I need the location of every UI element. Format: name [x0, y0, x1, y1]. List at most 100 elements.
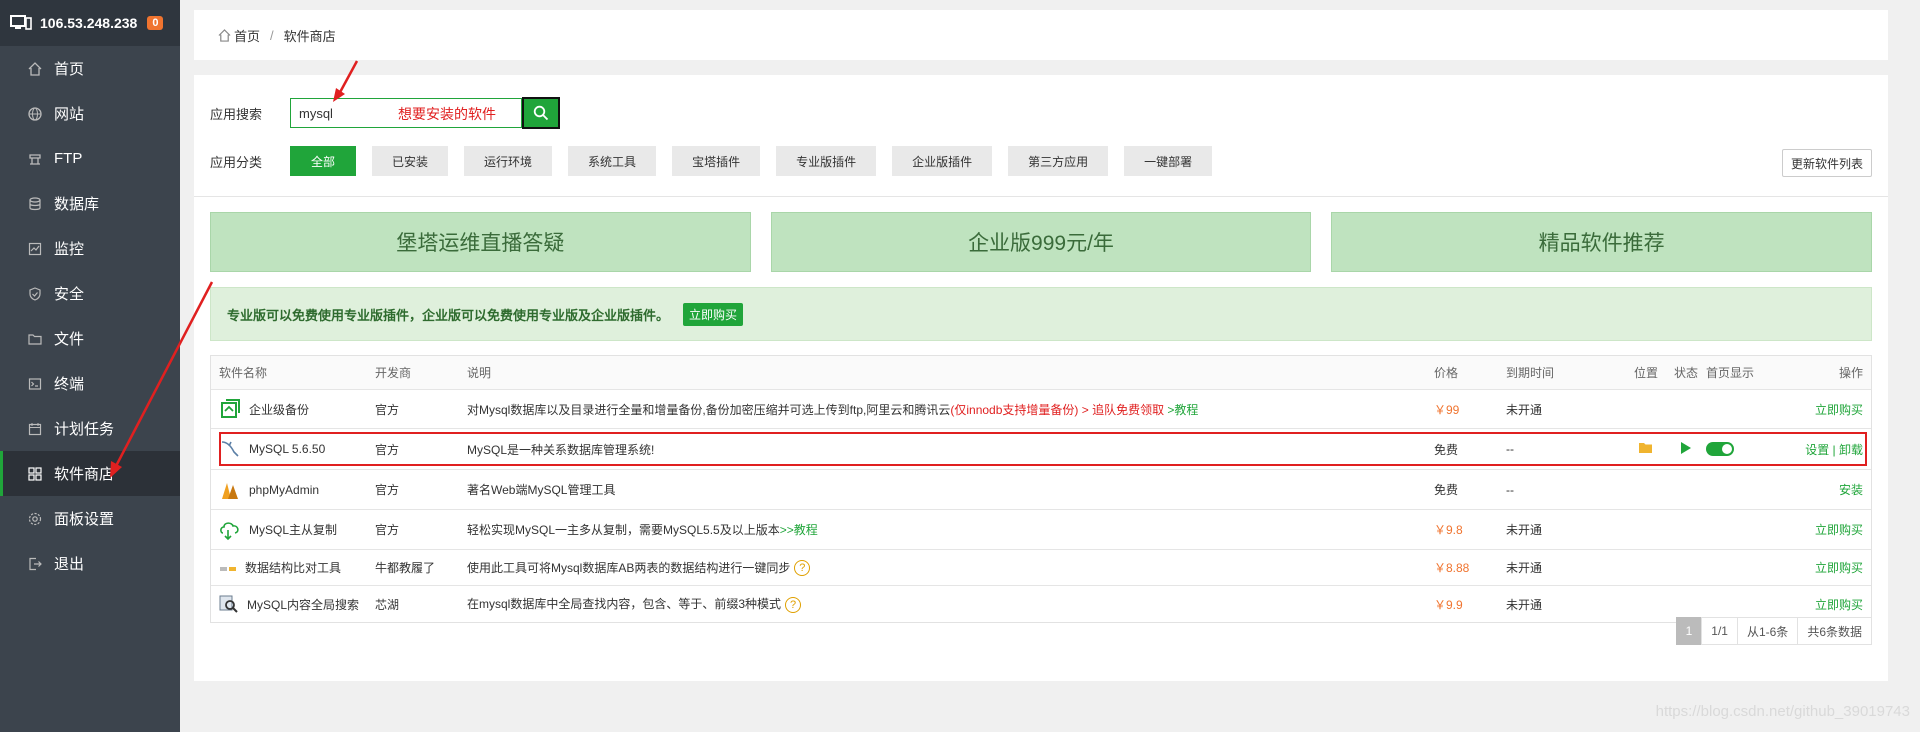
software-desc: 著名Web端MySQL管理工具 [467, 483, 616, 497]
software-desc: 使用此工具可将Mysql数据库AB两表的数据结构进行一键同步? [467, 559, 1434, 577]
refresh-list-button[interactable]: 更新软件列表 [1781, 149, 1872, 177]
software-name: phpMyAdmin [249, 482, 320, 497]
category-system-tools[interactable]: 系统工具 [568, 146, 657, 176]
page-total: 共6条数据 [1797, 617, 1872, 645]
sidebar-item-ftp[interactable]: FTP [0, 136, 180, 181]
monitor-icon [10, 15, 32, 30]
sidebar-item-label: 退出 [54, 556, 85, 573]
buy-button[interactable]: 立即购买 [1766, 559, 1871, 576]
sidebar-item-panel-settings[interactable]: 面板设置 [0, 496, 180, 541]
buy-button[interactable]: 立即购买 [1766, 596, 1871, 613]
watermark: https://blog.csdn.net/github_39019743 [1655, 703, 1910, 720]
sidebar-item-security[interactable]: 安全 [0, 271, 180, 316]
table-row: MySQL内容全局搜索 芯湖 在mysql数据库中全局查找内容，包含、等于、前缀… [211, 586, 1871, 622]
terminal-icon [28, 377, 42, 391]
notification-badge[interactable]: 0 [147, 16, 164, 30]
divider [194, 196, 1888, 197]
software-name: MySQL内容全局搜索 [247, 597, 360, 612]
tutorial-link[interactable]: >教程 [1164, 403, 1198, 417]
breadcrumb-home[interactable]: 首页 [234, 26, 260, 45]
ftp-icon [28, 152, 42, 166]
category-label: 应用分类 [210, 154, 263, 170]
category-installed[interactable]: 已安装 [372, 146, 449, 176]
header-op: 操作 [1838, 366, 1863, 380]
software-name: MySQL 5.6.50 [249, 442, 326, 456]
gear-icon [28, 512, 42, 526]
table-row: MySQL主从复制 官方 轻松实现MySQL一主多从复制，需要MySQL5.5及… [211, 510, 1871, 550]
category-bt-plugins[interactable]: 宝塔插件 [672, 146, 761, 176]
software-price: ￥9.8 [1434, 523, 1463, 537]
breadcrumb-separator: / [270, 27, 274, 43]
table-row: phpMyAdmin 官方 著名Web端MySQL管理工具 免费 -- 安装 [211, 470, 1871, 510]
sidebar-item-label: FTP [54, 150, 83, 167]
sidebar-item-database[interactable]: 数据库 [0, 181, 180, 226]
software-price: 免费 [1434, 483, 1459, 497]
category-one-click[interactable]: 一键部署 [1124, 146, 1213, 176]
header-desc: 说明 [467, 366, 492, 380]
category-pro-plugins[interactable]: 专业版插件 [776, 146, 877, 176]
sidebar-item-logout[interactable]: 退出 [0, 541, 180, 586]
sidebar-item-label: 面板设置 [54, 511, 115, 528]
logout-icon [28, 557, 42, 571]
software-expire: 未开通 [1506, 597, 1543, 612]
search-button[interactable] [522, 97, 560, 129]
sidebar-item-monitor[interactable]: 监控 [0, 226, 180, 271]
category-runtime[interactable]: 运行环境 [464, 146, 553, 176]
sidebar-item-home[interactable]: 首页 [0, 46, 180, 91]
software-price: ￥99 [1434, 402, 1460, 417]
sidebar-item-label: 网站 [54, 106, 85, 123]
sidebar-item-terminal[interactable]: 终端 [0, 361, 180, 406]
buy-button[interactable]: 立即购买 [1766, 521, 1871, 538]
tutorial-link[interactable]: >>教程 [780, 523, 818, 537]
table-row: 企业级备份 官方 对Mysql数据库以及目录进行全量和增量备份,备份加密压缩并可… [211, 390, 1871, 429]
banner-enterprise[interactable]: 企业版999元/年 [770, 212, 1312, 272]
breadcrumb-current: 软件商店 [283, 28, 336, 44]
software-desc: 轻松实现MySQL一主多从复制，需要MySQL5.5及以上版本>>教程 [467, 523, 818, 537]
folder-icon [28, 332, 42, 346]
software-store-panel: 应用搜索 mysql 想要安装的软件 应用分类 全部 已安装 运行环境 系统工具… [194, 75, 1888, 681]
sidebar-item-website[interactable]: 网站 [0, 91, 180, 136]
banner-row: 堡塔运维直播答疑 企业版999元/年 精品软件推荐 [210, 212, 1873, 272]
sidebar-item-label: 文件 [54, 331, 85, 348]
sidebar-item-cron[interactable]: 计划任务 [0, 406, 180, 451]
settings-uninstall-links[interactable]: 设置 | 卸载 [1766, 441, 1871, 458]
promo-link[interactable]: (仅innodb支持增量备份) > 追队免费领取 [950, 403, 1164, 417]
software-expire: -- [1506, 482, 1514, 497]
install-button[interactable]: 安装 [1766, 481, 1871, 498]
header-name: 软件名称 [219, 366, 268, 380]
sidebar-item-files[interactable]: 文件 [0, 316, 180, 361]
buy-now-button[interactable]: 立即购买 [683, 302, 744, 326]
annotation-text: 想要安装的软件 [398, 106, 496, 122]
software-dev: 官方 [375, 442, 400, 457]
table-row: MySQL 5.6.50 官方 MySQL是一种关系数据库管理系统! 免费 --… [211, 429, 1871, 470]
mysql-dolphin-icon [221, 441, 239, 457]
page-range: 从1-6条 [1736, 617, 1799, 645]
pagination: 1 1/1 从1-6条 共6条数据 [1675, 617, 1872, 645]
buy-button[interactable]: 立即购买 [1766, 401, 1871, 418]
banner-recommend[interactable]: 精品软件推荐 [1331, 212, 1873, 272]
phpmyadmin-icon [222, 482, 238, 499]
header-state: 状态 [1673, 366, 1698, 380]
promo-text: 专业版可以免费使用专业版插件，企业版可以免费使用专业版及企业版插件。 [227, 307, 670, 323]
banner-live-qa[interactable]: 堡塔运维直播答疑 [210, 212, 751, 272]
software-expire: 未开通 [1506, 561, 1543, 575]
category-all[interactable]: 全部 [290, 146, 357, 176]
folder-icon[interactable] [1639, 442, 1653, 454]
monitor-icon [28, 242, 42, 256]
page-current[interactable]: 1 [1675, 617, 1703, 645]
database-icon [28, 196, 42, 211]
breadcrumb: 首页 / 软件商店 [194, 10, 1888, 60]
header-price: 价格 [1434, 366, 1459, 380]
category-enterprise-plugins[interactable]: 企业版插件 [892, 146, 993, 176]
sidebar: 106.53.248.238 0 首页 网站 FTP 数据库 监控 安全 文件 … [0, 0, 180, 732]
globe-icon [28, 106, 42, 121]
promo-bar: 专业版可以免费使用专业版插件，企业版可以免费使用专业版及企业版插件。 立即购买 [210, 287, 1872, 341]
category-third-party[interactable]: 第三方应用 [1008, 146, 1109, 176]
software-dev: 芯湖 [375, 597, 400, 612]
homepage-toggle[interactable] [1706, 442, 1734, 457]
search-label: 应用搜索 [210, 106, 263, 122]
sidebar-item-software-store[interactable]: 软件商店 [0, 451, 180, 496]
backup-icon [221, 399, 240, 418]
help-icon[interactable]: ? [794, 560, 811, 577]
help-icon[interactable]: ? [785, 596, 802, 613]
